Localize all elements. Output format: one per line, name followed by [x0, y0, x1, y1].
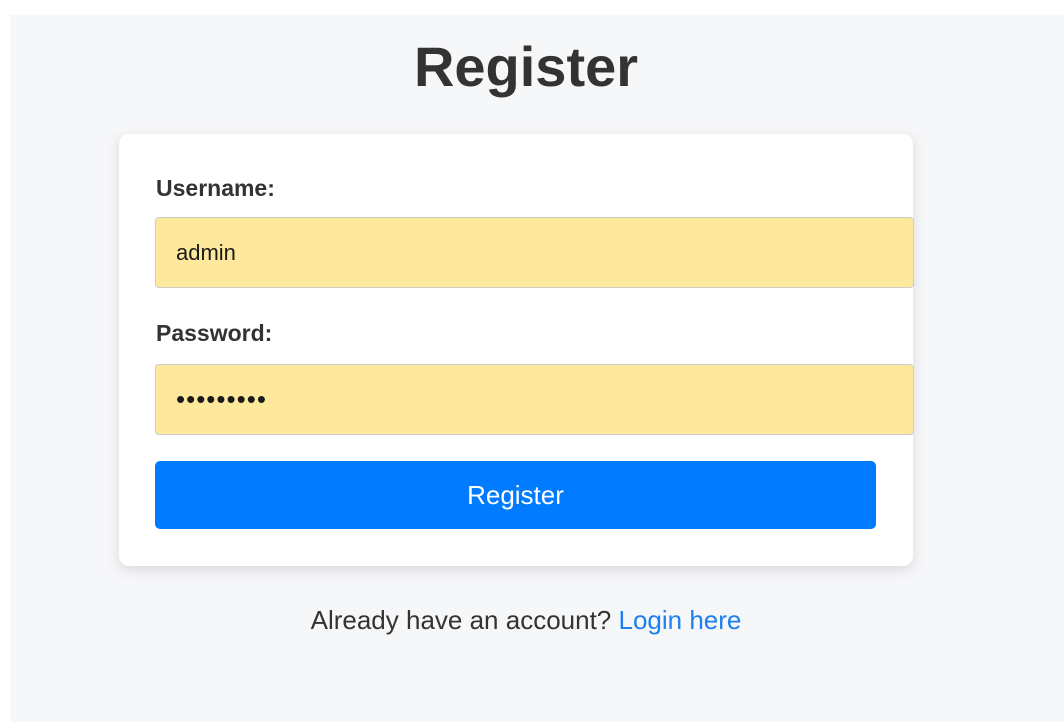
login-prompt-text: Already have an account?	[310, 605, 612, 635]
password-input[interactable]	[155, 364, 914, 435]
register-button[interactable]: Register	[155, 461, 876, 529]
login-link[interactable]: Login here	[619, 605, 742, 635]
username-label: Username:	[156, 175, 275, 201]
password-label: Password:	[156, 320, 273, 346]
register-form-card: Username: Password: Register	[119, 134, 914, 566]
username-input[interactable]	[155, 217, 914, 288]
page-viewport: Register Username: Password: Register Al…	[10, 15, 1064, 722]
login-prompt: Already have an account? Login here	[10, 605, 1042, 635]
page-title: Register	[413, 35, 639, 98]
